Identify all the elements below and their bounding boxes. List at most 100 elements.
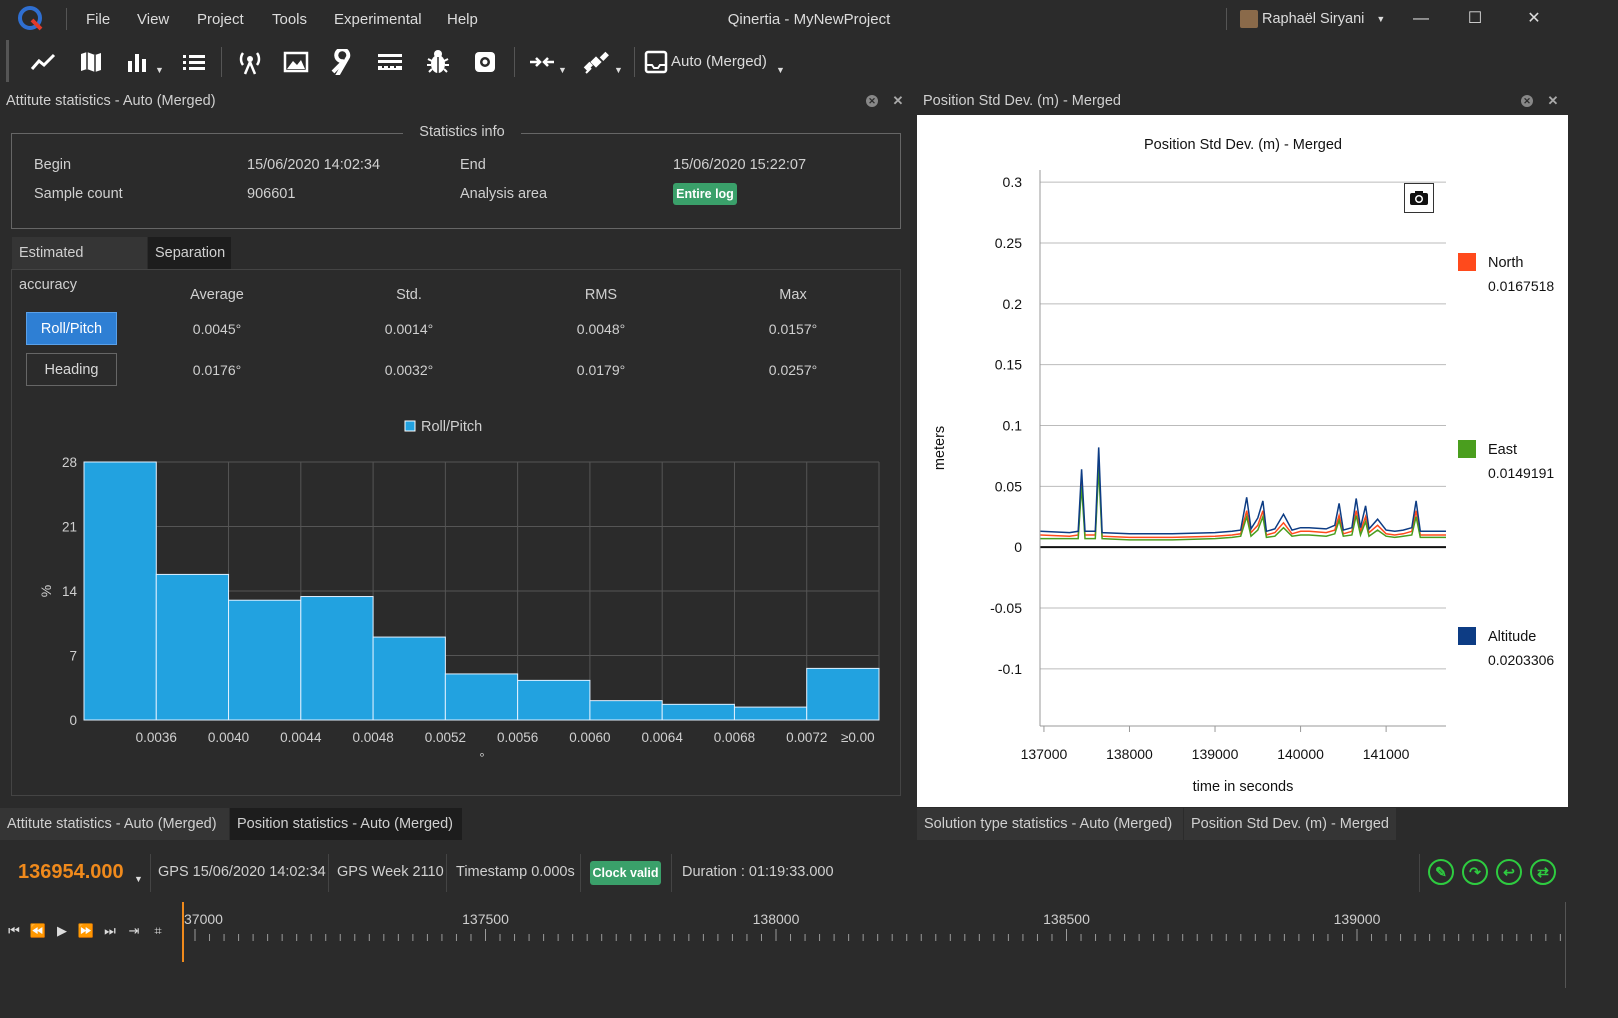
maximize-button[interactable]: ☐ [1460,8,1490,30]
tab-attitude-statistics[interactable]: Attitute statistics - Auto (Merged) [0,808,229,840]
table-cell: 0.0176° [192,362,242,378]
redo-icon[interactable]: ↷ [1462,859,1488,885]
transfer-icon[interactable] [524,46,560,78]
sample-count-label: Sample count [34,186,123,202]
fast-forward-icon[interactable]: ⏩ [77,922,95,940]
menu-tools[interactable]: Tools [272,11,307,28]
end-label: End [460,157,486,173]
antenna-icon[interactable] [232,46,268,78]
y-axis-label: % [38,585,54,597]
crop-icon[interactable]: ⌗ [149,922,167,940]
x-tick-label: 0.0068 [714,730,755,745]
jump-icon[interactable]: ⇥ [125,922,143,940]
satellite-icon[interactable] [578,46,614,78]
panel-pin-icon[interactable]: ✕ [1521,95,1533,107]
sync-icon[interactable]: ⇄ [1530,859,1556,885]
x-tick-label: 0.0052 [425,730,466,745]
title-divider [66,8,67,30]
x-tick-label: 0.0072 [786,730,827,745]
first-icon[interactable]: ⏮ [5,922,23,940]
tab-solution-type-statistics[interactable]: Solution type statistics - Auto (Merged) [917,808,1183,840]
current-time[interactable]: 136954.000 [18,861,124,884]
minimize-button[interactable]: — [1406,8,1436,30]
menu-file[interactable]: File [86,11,110,28]
panel-close-icon[interactable]: ✕ [892,94,904,107]
tab-separation[interactable]: Separation [148,237,231,269]
status-separator [1419,854,1420,892]
x-tick-label: 0.0040 [208,730,249,745]
y-axis-label: meters [932,426,948,470]
menu-view[interactable]: View [137,11,169,28]
close-button[interactable]: ✕ [1519,8,1549,30]
x-tick-label: 0.0048 [352,730,393,745]
undo-icon[interactable]: ↩ [1496,859,1522,885]
histogram-bar [300,596,374,721]
menu-experimental[interactable]: Experimental [334,11,422,28]
x-tick-label: 137000 [1021,746,1068,762]
panel-close-icon[interactable]: ✕ [1547,94,1559,107]
y-tick-label: 28 [62,455,77,470]
left-panel-header: Attitute statistics - Auto (Merged) ✕ ✕ [0,88,912,114]
camera-icon[interactable] [1404,183,1434,213]
x-tick-label: 141000 [1363,746,1410,762]
map-icon[interactable] [73,46,109,78]
heading-button[interactable]: Heading [26,353,117,386]
table-cell: 0.0179° [576,362,626,378]
x-tick-label: 0.0056 [497,730,538,745]
legend-label: Roll/Pitch [421,419,482,435]
histogram-bar [517,679,591,721]
y-tick-label: 0 [1014,539,1022,555]
wrench-icon[interactable] [325,46,361,78]
satellite-dropdown-icon[interactable]: ▼ [614,65,623,75]
analysis-area-badge: Entire log [673,183,737,205]
tab-position-std-dev[interactable]: Position Std Dev. (m) - Merged [1184,808,1396,840]
timestamp: Timestamp 0.000s [456,864,575,880]
bug-icon[interactable] [420,46,456,78]
image-icon[interactable] [278,46,314,78]
mode-selector[interactable]: Auto (Merged) [671,53,767,70]
table-cell: 0.0032° [384,362,434,378]
line-chart-icon[interactable] [25,46,61,78]
series-line-altitude [1040,447,1446,535]
tab-estimated-accuracy[interactable]: Estimated accuracy [12,237,147,293]
panel-pin-icon[interactable]: ✕ [866,95,878,107]
mode-dropdown-icon[interactable]: ▼ [776,65,785,75]
rewind-icon[interactable]: ⏪ [29,922,47,940]
menu-help[interactable]: Help [447,11,478,28]
x-tick-label: 0.0044 [280,730,322,745]
legend-swatch [1458,253,1476,271]
bar-chart-icon[interactable] [120,46,156,78]
satellite-action-icon[interactable]: ✎ [1428,859,1454,885]
legend-swatch [1458,440,1476,458]
play-icon[interactable]: ▶ [53,922,71,940]
histogram-chart: 0 7 14 21 28 0.0036 0.0040 0.0044 0.0048 0.0052 0.… [38,419,880,765]
analysis-area-label: Analysis area [460,186,548,202]
user-menu[interactable]: Raphaël Siryani ▼ [1240,9,1385,29]
inbox-icon[interactable] [638,46,674,78]
list-icon[interactable] [176,46,212,78]
bar-chart-dropdown-icon[interactable]: ▼ [155,65,164,75]
y-tick-label: -0.1 [998,661,1022,677]
roll-pitch-button[interactable]: Roll/Pitch [26,312,117,345]
last-icon[interactable]: ⏭ [101,922,119,940]
histogram-bar [83,461,157,721]
legend-value: 0.0203306 [1488,652,1554,668]
x-tick-label: 0.0036 [136,730,177,745]
user-name: Raphaël Siryani [1262,11,1365,27]
gear-icon[interactable] [467,46,503,78]
legend-value: 0.0167518 [1488,278,1554,294]
begin-label: Begin [34,157,72,173]
time-dropdown-icon[interactable]: ▼ [134,874,143,884]
timeline-ruler[interactable]: 3700013750013800013850013900013950014000… [184,905,1564,955]
table-cell: 0.0048° [576,321,626,337]
col-rms: RMS [584,287,618,303]
ruler-icon[interactable] [372,46,408,78]
menu-project[interactable]: Project [197,11,244,28]
tab-position-statistics[interactable]: Position statistics - Auto (Merged) [230,808,462,840]
timeline-label: 139000 [1334,911,1381,927]
toolbar-separator [514,47,515,77]
position-std-chart: Position Std Dev. (m) - Merged 0.3 0.25 0.2… [932,137,1554,795]
transfer-dropdown-icon[interactable]: ▼ [558,65,567,75]
histogram-bar [733,706,808,721]
statistics-info-legend: Statistics info [403,124,521,140]
